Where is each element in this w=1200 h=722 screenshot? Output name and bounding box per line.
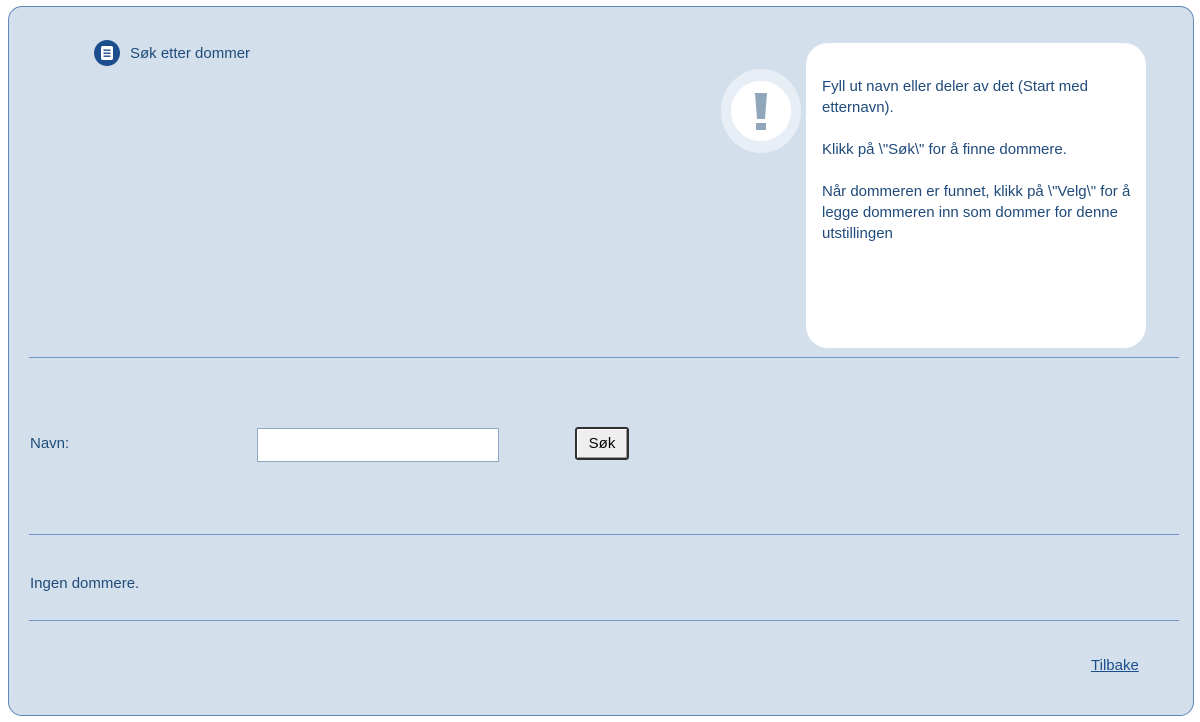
- page-title: Søk etter dommer: [130, 44, 251, 62]
- results-status: Ingen dommere.: [30, 575, 140, 592]
- help-paragraph: Klikk på \"Søk\" for å finne dommere.: [822, 141, 1067, 158]
- help-paragraph: Fyll ut navn eller deler av det (Start m…: [822, 78, 1088, 116]
- main-panel: Søk etter dommer Fyll ut navn eller dele…: [8, 6, 1194, 716]
- help-text: Fyll ut navn eller deler av det (Start m…: [822, 76, 1146, 265]
- name-label: Navn:: [30, 435, 70, 452]
- help-bubble: Fyll ut navn eller deler av det (Start m…: [806, 43, 1146, 348]
- document-icon: [94, 40, 120, 66]
- divider: [29, 357, 1179, 358]
- name-input[interactable]: [257, 428, 499, 462]
- divider: [29, 620, 1179, 621]
- exclamation-icon: [755, 93, 767, 130]
- search-button[interactable]: Søk: [575, 427, 629, 460]
- back-link[interactable]: Tilbake: [1091, 657, 1139, 674]
- help-paragraph: Når dommeren er funnet, klikk på \"Velg\…: [822, 183, 1131, 242]
- page-header: Søk etter dommer: [94, 40, 250, 66]
- help-icon-badge: [721, 69, 801, 153]
- divider: [29, 534, 1179, 535]
